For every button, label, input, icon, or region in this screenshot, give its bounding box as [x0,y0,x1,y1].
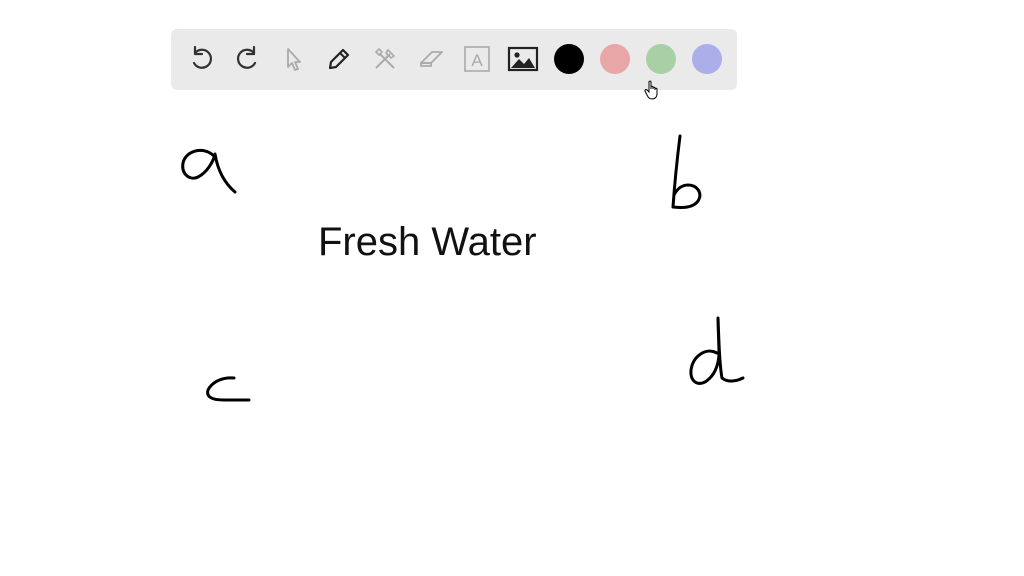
insert-image-button[interactable] [507,43,539,75]
select-tool-button[interactable] [277,43,309,75]
redo-icon [236,45,257,69]
pen-tool-button[interactable] [323,43,355,75]
text-tool-button[interactable]: A [461,43,493,75]
whiteboard-canvas[interactable]: A Fresh Water a b [0,0,1024,576]
tools-button[interactable] [369,43,401,75]
board-text-box[interactable]: Fresh Water [318,218,537,266]
color-swatch-red[interactable] [600,44,630,74]
color-swatch-black[interactable] [554,44,584,74]
image-icon [507,46,539,72]
redo-button[interactable] [231,43,263,75]
eraser-icon [420,51,443,67]
tools-icon [374,47,396,69]
handwritten-letter-a: a [181,148,237,194]
text-box-icon: A [464,46,490,72]
handwritten-letter-c: c [206,376,251,402]
hand-cursor-icon [644,80,658,100]
color-swatch-green[interactable] [646,44,676,74]
undo-button[interactable] [186,43,218,75]
undo-icon [192,45,213,69]
eraser-tool-button[interactable] [415,43,447,75]
svg-text:A: A [471,51,483,70]
color-swatch-blue[interactable] [692,44,722,74]
pen-icon [328,48,350,70]
handwritten-letter-d: d [689,316,745,385]
pointer-icon [287,48,301,71]
handwritten-letter-b: b [671,134,702,209]
